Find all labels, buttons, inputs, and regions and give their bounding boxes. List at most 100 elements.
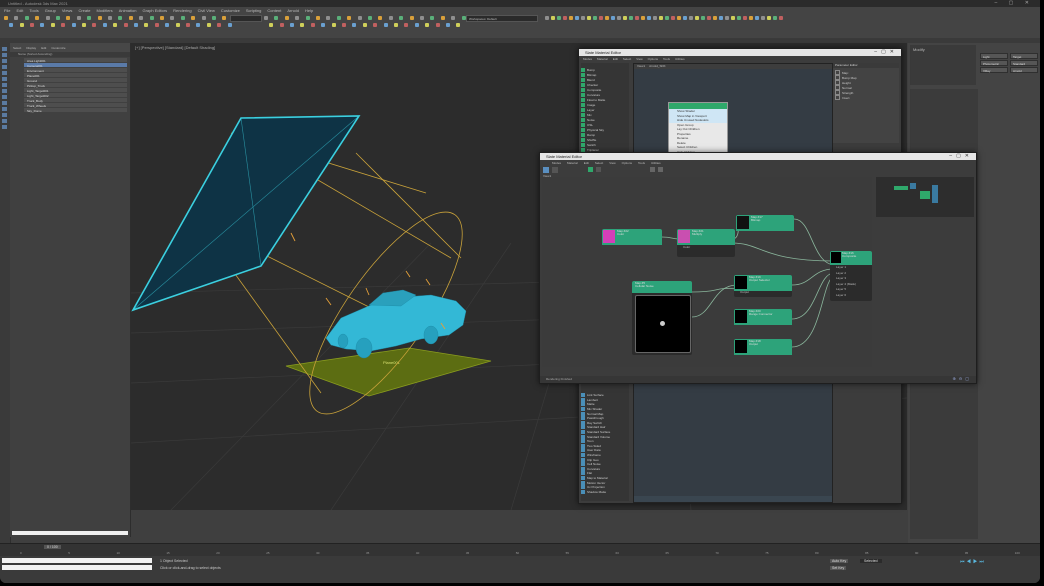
toolbar-tool-icon[interactable] xyxy=(659,16,663,20)
toolbar-tool-icon[interactable] xyxy=(399,16,404,20)
toolbar-tool-icon[interactable] xyxy=(551,16,555,20)
toolbar-tool-icon[interactable] xyxy=(4,16,8,20)
node-top-right[interactable]: Map #17 Bitmap xyxy=(736,215,794,231)
port-output[interactable]: Output xyxy=(734,291,792,294)
menu-arnold[interactable]: Arnold xyxy=(287,8,299,13)
scene-explorer-row[interactable]: Plane001 xyxy=(24,73,127,78)
toolbar-tool-icon[interactable] xyxy=(108,16,112,20)
scene-explorer-row[interactable]: Environment xyxy=(24,68,127,73)
toolbar-tool-icon[interactable] xyxy=(773,16,777,20)
left-strip-icon[interactable] xyxy=(2,119,7,123)
scene-explorer-row[interactable]: Truck_Wheels xyxy=(24,103,127,108)
slate-back-menu-item[interactable]: Utilities xyxy=(675,57,685,61)
navigator-panel[interactable] xyxy=(876,177,974,217)
toolbar-tool-icon[interactable] xyxy=(451,16,456,20)
slate-back-menu-item[interactable]: View xyxy=(636,57,642,61)
toolbar-tool-icon[interactable] xyxy=(201,16,206,20)
toolbar-tool-icon[interactable] xyxy=(196,23,201,27)
menu-create[interactable]: Create xyxy=(78,8,90,13)
scene-tab-edit[interactable]: Edit xyxy=(41,46,46,50)
slate-front-menu-item[interactable]: Select xyxy=(595,161,603,165)
toolbar-tool-icon[interactable] xyxy=(593,16,597,20)
left-strip-icon[interactable] xyxy=(2,107,7,111)
slate-front-menu-item[interactable]: Tools xyxy=(638,161,645,165)
workspace-dropdown[interactable]: Workspaces: Default xyxy=(466,15,538,22)
toolbar-tool-icon[interactable] xyxy=(394,23,398,27)
toolbar-tool-icon[interactable] xyxy=(446,23,450,27)
toolbar-tool-icon[interactable] xyxy=(316,16,320,20)
toolbar-tool-icon[interactable] xyxy=(24,16,29,20)
scene-explorer-row[interactable]: Sky_Dome xyxy=(24,108,127,113)
toolbar-tool-icon[interactable] xyxy=(123,23,128,27)
toolbar-tool-icon[interactable] xyxy=(414,23,419,27)
set-key-button[interactable]: Set Key xyxy=(830,566,847,570)
toolbar-tool-icon[interactable] xyxy=(761,16,765,20)
toolbar-tool-icon[interactable] xyxy=(440,16,445,20)
toolbar-tool-icon[interactable] xyxy=(749,16,753,20)
scene-explorer-row[interactable]: Pickup_Truck xyxy=(24,83,127,88)
scene-explorer-row[interactable]: Camera001 xyxy=(24,63,127,68)
toolbar-tool-icon[interactable] xyxy=(186,23,190,27)
toolbar-tool-icon[interactable] xyxy=(191,16,196,20)
toolbar-tool-icon[interactable] xyxy=(206,23,211,27)
left-strip-icon[interactable] xyxy=(2,113,7,117)
toolbar-tool-icon[interactable] xyxy=(357,16,362,20)
scene-explorer-row[interactable]: Truck_Body xyxy=(24,98,127,103)
material-browser-item[interactable]: Shadow Matte xyxy=(581,489,610,494)
maxscript-listener-output[interactable] xyxy=(2,565,152,570)
menu-customize[interactable]: Customize xyxy=(221,8,240,13)
toolbar-tool-icon[interactable] xyxy=(14,16,19,20)
layout-all-icon[interactable] xyxy=(596,167,601,172)
scene-explorer-row[interactable]: Light_Target001 xyxy=(24,88,127,93)
node-color-b[interactable]: Map #21 Multiply Color xyxy=(677,229,735,257)
menu-civil-view[interactable]: Civil View xyxy=(198,8,215,13)
toolbar-tool-icon[interactable] xyxy=(290,23,294,27)
parameter-checkbox[interactable] xyxy=(835,95,840,100)
slate-back-menu-item[interactable]: Options xyxy=(648,57,658,61)
toolbar-tool-icon[interactable] xyxy=(425,23,430,27)
toolbar-tool-icon[interactable] xyxy=(310,23,315,27)
command-button-standard[interactable]: Standard xyxy=(1010,60,1038,66)
toolbar-tool-icon[interactable] xyxy=(139,16,144,20)
left-strip-icon[interactable] xyxy=(2,53,7,57)
toolbar-tool-icon[interactable] xyxy=(40,23,45,27)
toolbar-tool-icon[interactable] xyxy=(719,16,723,20)
slate-front-menu-item[interactable]: Modes xyxy=(552,161,561,165)
toolbar-tool-icon[interactable] xyxy=(581,16,585,20)
toolbar-tool-icon[interactable] xyxy=(305,16,310,20)
node-output[interactable]: Map #18 Output xyxy=(734,339,792,355)
menu-animation[interactable]: Animation xyxy=(119,8,137,13)
toolbar-tool-icon[interactable] xyxy=(279,23,284,27)
left-strip-icon[interactable] xyxy=(2,83,7,87)
window-controls[interactable]: – ▢ ✕ xyxy=(995,0,1034,6)
toolbar-tool-icon[interactable] xyxy=(368,16,372,20)
toolbar-tool-icon[interactable] xyxy=(154,23,159,27)
playback-controls[interactable]: ⏮◀▶⏭ xyxy=(960,559,986,565)
slate-back-menu-item[interactable]: Material xyxy=(597,57,608,61)
slate-back-window-controls[interactable]: –▢✕ xyxy=(874,49,898,56)
menu-content[interactable]: Content xyxy=(267,8,281,13)
node-graph-canvas[interactable]: Map #22 Color Map #21 Multiply Color Map #… xyxy=(542,177,872,367)
toolbar-tool-icon[interactable] xyxy=(569,16,573,20)
toolbar-tool-icon[interactable] xyxy=(430,16,435,20)
toolbar-tool-icon[interactable] xyxy=(635,16,639,20)
zoom-controls[interactable]: ⊕⊖▢ xyxy=(953,376,972,381)
toolbar-tool-icon[interactable] xyxy=(50,23,55,27)
auto-key-button[interactable]: Auto Key xyxy=(830,559,849,563)
scene-tab-select[interactable]: Select xyxy=(13,46,21,50)
toolbar-tool-icon[interactable] xyxy=(731,16,735,20)
toolbar-tool-icon[interactable] xyxy=(545,16,549,20)
toolbar-tool-icon[interactable] xyxy=(647,16,651,20)
toolbar-tool-icon[interactable] xyxy=(671,16,675,20)
toolbar-tool-icon[interactable] xyxy=(683,16,687,20)
toolbar-tool-icon[interactable] xyxy=(707,16,711,20)
slate-back-menu-item[interactable]: Modes xyxy=(583,57,592,61)
menu-edit[interactable]: Edit xyxy=(16,8,23,13)
toolbar-tool-icon[interactable] xyxy=(76,16,81,20)
maxscript-listener-input[interactable] xyxy=(2,558,152,563)
toolbar-tool-icon[interactable] xyxy=(623,16,627,20)
toolbar-tool-icon[interactable] xyxy=(611,16,615,20)
toolbar-tool-icon[interactable] xyxy=(144,23,149,27)
port-color[interactable]: Color xyxy=(677,245,735,249)
left-strip-icon[interactable] xyxy=(2,89,7,93)
